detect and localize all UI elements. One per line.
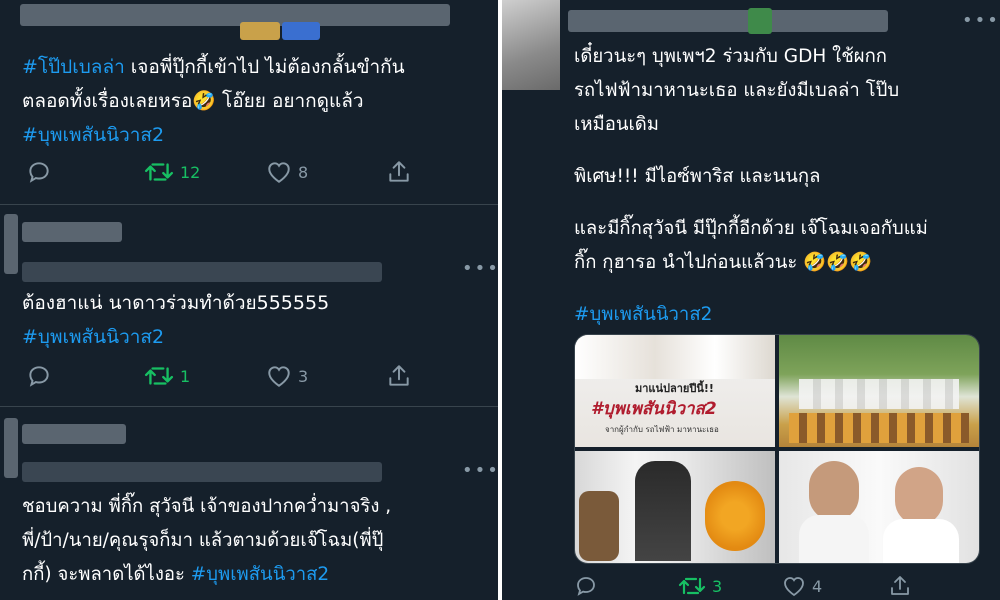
retweet-icon bbox=[144, 367, 174, 385]
reply-icon bbox=[29, 162, 49, 183]
like-count: 3 bbox=[298, 366, 309, 386]
retweet-button[interactable]: 1 bbox=[144, 362, 190, 390]
blurred-user-handle bbox=[22, 462, 382, 482]
share-button[interactable] bbox=[386, 362, 412, 390]
more-icon[interactable]: ••• bbox=[462, 260, 498, 278]
reply-button[interactable] bbox=[26, 158, 52, 186]
share-icon bbox=[891, 576, 909, 595]
more-icon[interactable]: ••• bbox=[962, 12, 1000, 30]
reply-icon bbox=[29, 366, 49, 387]
retweet-icon bbox=[144, 163, 174, 181]
share-button[interactable] bbox=[386, 158, 412, 186]
like-count: 8 bbox=[298, 162, 309, 182]
share-button[interactable] bbox=[888, 572, 912, 600]
hashtag-link[interactable]: #โป๊ปเบลล่า bbox=[22, 56, 125, 78]
tweet-text: เดี๋ยวนะๆ บุพเพฯ2 ร่วมกับ GDH ใช้ผกก รถไ… bbox=[574, 46, 928, 325]
reply-button[interactable] bbox=[26, 362, 52, 390]
like-icon bbox=[268, 162, 290, 183]
reply-icon bbox=[577, 577, 595, 596]
tweet-text: ต้องฮาแน่ นาดาวร่วมทำด้วย555555 #บุพเพสั… bbox=[22, 292, 330, 348]
hashtag-link[interactable]: #บุพเพสันนิวาส2 bbox=[22, 326, 164, 348]
left-timeline: #โป๊ปเบลล่า เจอพี่ปุ๊กกี้เข้าไป ไม่ต้องก… bbox=[0, 0, 498, 600]
like-icon bbox=[268, 366, 290, 387]
like-button[interactable]: 4 bbox=[782, 572, 822, 600]
blurred-user-info bbox=[20, 4, 450, 26]
right-tweet-panel: ••• เดี๋ยวนะๆ บุพเพฯ2 ร่วมกับ GDH ใช้ผกก… bbox=[502, 0, 1000, 600]
ceremony-photo[interactable] bbox=[779, 335, 979, 447]
blurred-avatar bbox=[4, 418, 18, 478]
hashtag-link[interactable]: #บุพเพสันนิวาส2 bbox=[574, 304, 712, 325]
poster-image[interactable]: มาแน่ปลายปีนี้!! #บุพเพสันนิวาส2 จากผู้ก… bbox=[575, 335, 775, 447]
blurred-user-name bbox=[22, 222, 122, 242]
blurred-avatar bbox=[4, 214, 18, 274]
portrait-photo[interactable] bbox=[779, 451, 979, 563]
retweet-button[interactable]: 3 bbox=[678, 572, 722, 600]
media-grid[interactable]: มาแน่ปลายปีนี้!! #บุพเพสันนิวาส2 จากผู้ก… bbox=[574, 334, 980, 564]
reply-button[interactable] bbox=[574, 572, 598, 600]
blurred-user-handle bbox=[22, 262, 382, 282]
retweet-button[interactable]: 12 bbox=[144, 158, 200, 186]
more-icon[interactable]: ••• bbox=[462, 462, 498, 480]
tweet-actions: 1 3 bbox=[26, 362, 426, 390]
retweet-icon bbox=[678, 577, 706, 595]
blurred-user-name bbox=[22, 424, 126, 444]
blurred-badge bbox=[282, 22, 320, 40]
like-button[interactable]: 3 bbox=[266, 362, 308, 390]
statue-photo[interactable] bbox=[575, 451, 775, 563]
poster-subtitle: จากผู้กำกับ รถไฟฟ้า มาหานะเธอ bbox=[605, 425, 719, 434]
tweet-text: ชอบความ พี่กิ๊ก สุวัจนี เจ้าของปากคว่ำมา… bbox=[22, 496, 392, 585]
retweet-count: 1 bbox=[180, 366, 191, 386]
retweet-count: 3 bbox=[712, 576, 723, 596]
tweet-actions: 3 4 bbox=[574, 572, 984, 600]
share-icon bbox=[389, 161, 409, 182]
like-count: 4 bbox=[812, 576, 823, 596]
divider bbox=[0, 406, 498, 407]
retweet-count: 12 bbox=[180, 162, 201, 182]
blurred-badge bbox=[240, 22, 280, 40]
divider bbox=[0, 204, 498, 205]
tweet-text: #โป๊ปเบลล่า เจอพี่ปุ๊กกี้เข้าไป ไม่ต้องก… bbox=[22, 56, 405, 146]
blurred-badge bbox=[748, 8, 772, 34]
hashtag-link[interactable]: #บุพเพสันนิวาส2 bbox=[22, 124, 164, 146]
avatar bbox=[502, 0, 560, 90]
like-icon bbox=[784, 577, 804, 597]
blurred-user-info bbox=[568, 10, 888, 32]
poster-title: #บุพเพสันนิวาส2 bbox=[591, 399, 717, 419]
tweet-actions: 12 8 bbox=[26, 158, 426, 186]
like-button[interactable]: 8 bbox=[266, 158, 308, 186]
share-icon bbox=[389, 365, 409, 386]
hashtag-link[interactable]: #บุพเพสันนิวาส2 bbox=[191, 564, 329, 585]
